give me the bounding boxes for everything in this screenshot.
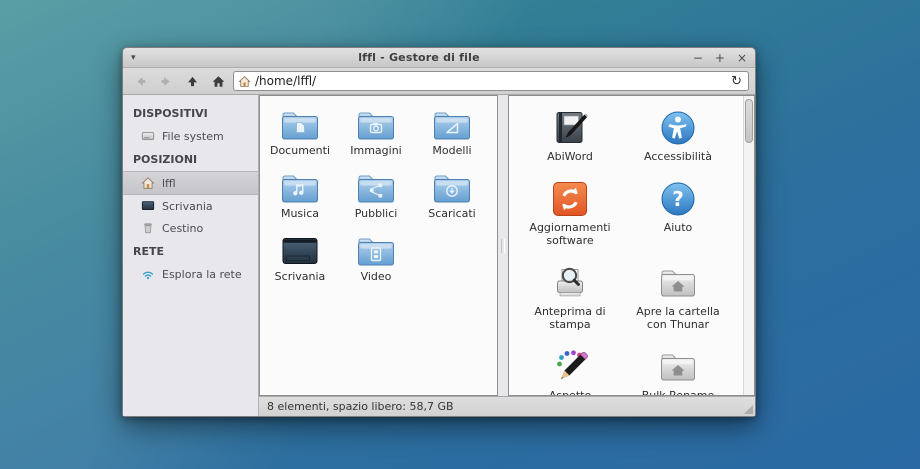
folder-label: Modelli [432,144,471,157]
file-manager-window: ▾ lffl - Gestore di file − + × [122,47,756,417]
window-title: lffl - Gestore di file [151,51,687,64]
folder-downloads-icon [432,171,472,205]
sidebar-item-desktop[interactable]: Scrivania [123,195,258,217]
resize-grip-icon[interactable] [744,405,753,414]
app-anteprima-di-stampa[interactable]: Anteprima di stampa [519,263,621,331]
app-label: Aggiornamenti software [519,221,621,247]
app-label: Anteprima di stampa [519,305,621,331]
desktop-icon [141,199,155,213]
svg-text:?: ? [672,187,684,211]
software-update-icon [550,179,590,219]
trash-icon [141,221,155,235]
print-preview-icon [550,263,590,303]
app-aspetto[interactable]: Aspetto [519,347,621,395]
app-label: AbiWord [547,150,593,163]
folder-scrivania[interactable]: Scrivania [266,234,334,283]
app-label: Aspetto [549,389,591,395]
sidebar-header-devices: DISPOSITIVI [123,101,258,125]
forward-button[interactable] [155,71,177,91]
folder-label: Immagini [350,144,401,157]
sidebar-item-label: Esplora la rete [162,268,242,281]
folder-public-icon [356,171,396,205]
sidebar-item-home[interactable]: lffl [123,171,258,195]
sidebar-header-network: RETE [123,239,258,263]
close-button[interactable]: × [737,52,747,64]
folder-label: Video [361,270,392,283]
folder-musica[interactable]: Musica [266,171,334,220]
app-label: Apre la cartella con Thunar [627,305,729,331]
up-arrow-icon [185,74,200,89]
sidebar-item-label: Scrivania [162,200,213,213]
pane-splitter[interactable] [498,95,508,396]
help-icon: ? [658,179,698,219]
location-bar[interactable]: ↻ [233,71,749,91]
app-label: Aiuto [664,221,693,234]
folder-video[interactable]: Video [342,234,410,283]
toolbar: ↻ [123,68,755,95]
sidebar-item-label: File system [162,130,224,143]
home-icon [211,74,226,89]
window-menu-icon[interactable]: ▾ [131,53,151,63]
thunar-folder-icon [658,263,698,303]
app-apre-cartella-thunar[interactable]: Apre la cartella con Thunar [627,263,729,331]
up-button[interactable] [181,71,203,91]
app-accessibilita[interactable]: Accessibilità [627,108,729,163]
status-text: 8 elementi, spazio libero: 58,7 GB [267,400,454,413]
sidebar-item-file-system[interactable]: File system [123,125,258,147]
accessibility-icon [658,108,698,148]
abiword-icon [550,108,590,148]
folder-videos-icon [356,234,396,268]
folder-label: Musica [281,207,319,220]
app-label: Bulk Rename [642,389,715,395]
app-bulk-rename[interactable]: Bulk Rename [627,347,729,395]
folder-view-pane[interactable]: Documenti [259,95,498,396]
titlebar[interactable]: ▾ lffl - Gestore di file − + × [123,48,755,68]
folder-label: Documenti [270,144,330,157]
folder-scaricati[interactable]: Scaricati [418,171,486,220]
reload-icon[interactable]: ↻ [729,74,744,89]
home-icon [141,176,155,190]
desktop-background: ▾ lffl - Gestore di file − + × [0,0,920,469]
drive-icon [141,129,155,143]
sidebar-item-browse-network[interactable]: Esplora la rete [123,263,258,285]
sidebar-item-trash[interactable]: Cestino [123,217,258,239]
folder-pubblici[interactable]: Pubblici [342,171,410,220]
folder-modelli[interactable]: Modelli [418,108,486,157]
forward-arrow-icon [159,74,174,89]
app-label: Accessibilità [644,150,712,163]
folder-documenti[interactable]: Documenti [266,108,334,157]
folder-templates-icon [432,108,472,142]
sidebar-item-label: Cestino [162,222,203,235]
folder-label: Pubblici [355,207,398,220]
maximize-button[interactable]: + [715,52,725,64]
vertical-scrollbar[interactable] [743,96,754,395]
minimize-button[interactable]: − [693,52,703,64]
desktop-folder-icon [280,234,320,268]
back-button[interactable] [129,71,151,91]
sidebar-header-places: POSIZIONI [123,147,258,171]
splitter-grip-icon [501,239,505,253]
appearance-icon [550,347,590,387]
sidebar-item-label: lffl [162,177,176,190]
app-abiword[interactable]: AbiWord [519,108,621,163]
scrollbar-thumb[interactable] [745,99,753,143]
folder-documents-icon [280,108,320,142]
path-home-icon [238,75,251,88]
folder-pictures-icon [356,108,396,142]
statusbar: 8 elementi, spazio libero: 58,7 GB [259,396,755,416]
network-icon [141,267,155,281]
app-aiuto[interactable]: ? Aiuto [627,179,729,247]
bulk-rename-icon [658,347,698,387]
sidebar: DISPOSITIVI File system POSIZIONI lffl [123,95,259,416]
apps-view-pane[interactable]: AbiWord Accessibilità [508,95,755,396]
folder-immagini[interactable]: Immagini [342,108,410,157]
folder-label: Scrivania [275,270,326,283]
home-button[interactable] [207,71,229,91]
folder-label: Scaricati [428,207,476,220]
back-arrow-icon [133,74,148,89]
app-aggiornamenti-software[interactable]: Aggiornamenti software [519,179,621,247]
path-input[interactable] [255,74,725,88]
folder-music-icon [280,171,320,205]
